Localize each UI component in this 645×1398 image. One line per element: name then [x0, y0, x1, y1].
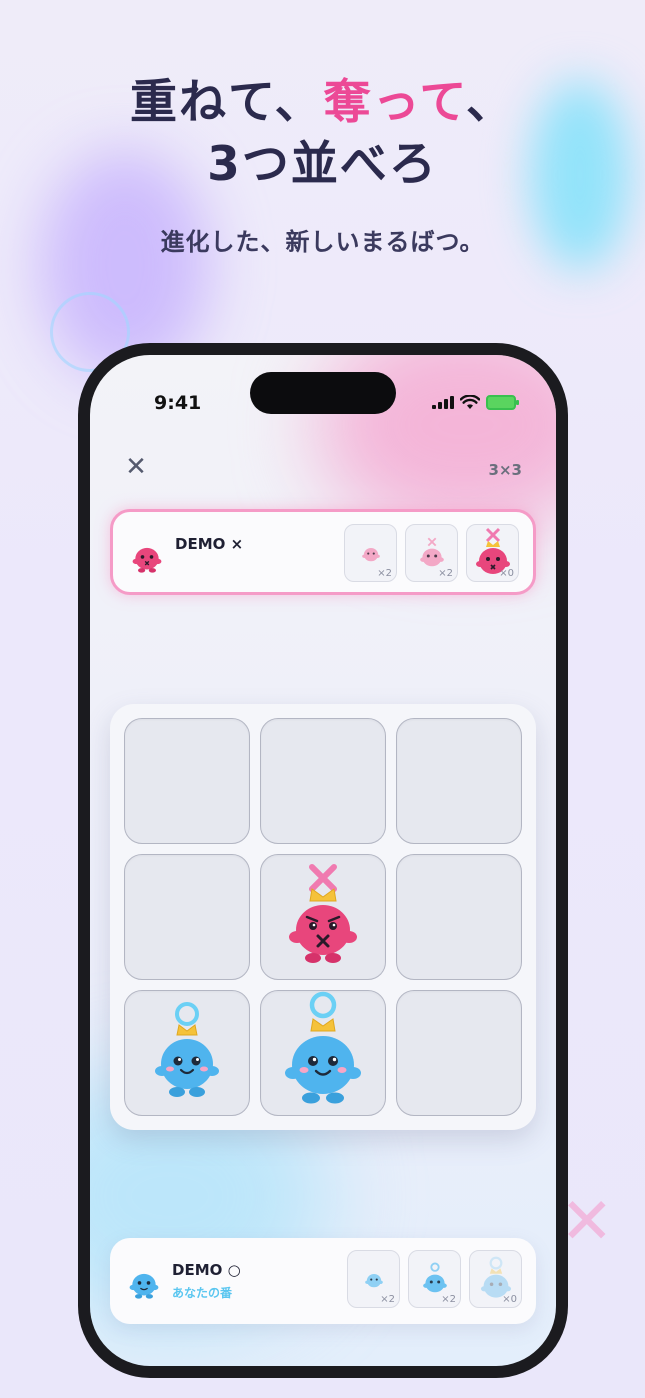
board-cell-2-3[interactable]: [396, 854, 522, 980]
opponent-pieces: ×2 ×2 ×0: [344, 524, 519, 582]
x-decoration: ✕: [560, 1185, 614, 1259]
promo-headline: 重ねて、奪って、 3つ並べろ: [0, 72, 645, 196]
board-cell-1-1[interactable]: [124, 718, 250, 844]
close-button[interactable]: ✕: [124, 452, 148, 482]
headline-highlight: 奪って: [323, 75, 466, 130]
blue-large-piece-icon: [285, 991, 361, 1104]
board-cell-1-3[interactable]: [396, 718, 522, 844]
piece-count: ×2: [380, 1294, 395, 1305]
board-cell-3-3[interactable]: [396, 990, 522, 1116]
promo-subheadline: 進化した、新しいまるばつ。: [160, 228, 485, 256]
dynamic-island: [250, 372, 396, 414]
blue-medium-piece-icon: [155, 1002, 219, 1097]
piece-count: ×2: [377, 568, 392, 579]
opponent-name: DEMO ×: [175, 535, 244, 553]
opponent-piece-large[interactable]: ×0: [466, 524, 519, 582]
pink-piece-icon: [361, 548, 380, 562]
player-pieces: ×2 ×2 ×0: [347, 1250, 522, 1308]
board-cell-1-2[interactable]: [260, 718, 386, 844]
pink-large-piece-icon: [289, 864, 357, 963]
status-time: 9:41: [154, 392, 202, 414]
player-piece-small[interactable]: ×2: [347, 1250, 400, 1308]
player-piece-large[interactable]: ×0: [469, 1250, 522, 1308]
board-cell-3-1[interactable]: [124, 990, 250, 1116]
signal-icon: [432, 396, 454, 409]
phone-screen: 9:41 ✕ 3×3 DEMO × ×2 ×2 ×0 DEMO ○ あなたの番 …: [90, 355, 556, 1366]
blue-piece-icon: [422, 1262, 447, 1293]
player-card: DEMO ○ あなたの番 ×2 ×2 ×0: [110, 1238, 536, 1324]
opponent-piece-small[interactable]: ×2: [344, 524, 397, 582]
headline-part-a: 重ねて、: [130, 75, 324, 130]
game-board: [110, 704, 536, 1130]
board-cell-2-2[interactable]: [260, 854, 386, 980]
blue-piece-icon: [364, 1274, 383, 1288]
headline-part-c: 、: [465, 75, 515, 130]
piece-count: ×0: [502, 1294, 517, 1305]
player-avatar-icon: [129, 1273, 159, 1299]
turn-status: あなたの番: [172, 1286, 233, 1300]
headline-line1: 重ねて、奪って、: [0, 72, 645, 134]
battery-icon: [486, 395, 519, 410]
wifi-icon: [460, 395, 480, 409]
opponent-avatar-icon: [132, 547, 162, 573]
opponent-piece-medium[interactable]: ×2: [405, 524, 458, 582]
close-icon: ✕: [125, 452, 147, 482]
pink-piece-icon: [419, 537, 444, 567]
status-icons: [432, 395, 519, 410]
piece-count: ×2: [441, 1294, 456, 1305]
opponent-card: DEMO × ×2 ×2 ×0: [110, 509, 536, 595]
player-name: DEMO ○: [172, 1261, 241, 1279]
grid-size-label: 3×3: [488, 461, 522, 479]
board-cell-3-2[interactable]: [260, 990, 386, 1116]
phone-frame: 9:41 ✕ 3×3 DEMO × ×2 ×2 ×0 DEMO ○ あなたの番 …: [78, 343, 568, 1378]
board-cell-2-1[interactable]: [124, 854, 250, 980]
piece-count: ×0: [499, 568, 514, 579]
headline-line2: 3つ並べろ: [207, 137, 438, 192]
piece-count: ×2: [438, 568, 453, 579]
player-piece-medium[interactable]: ×2: [408, 1250, 461, 1308]
